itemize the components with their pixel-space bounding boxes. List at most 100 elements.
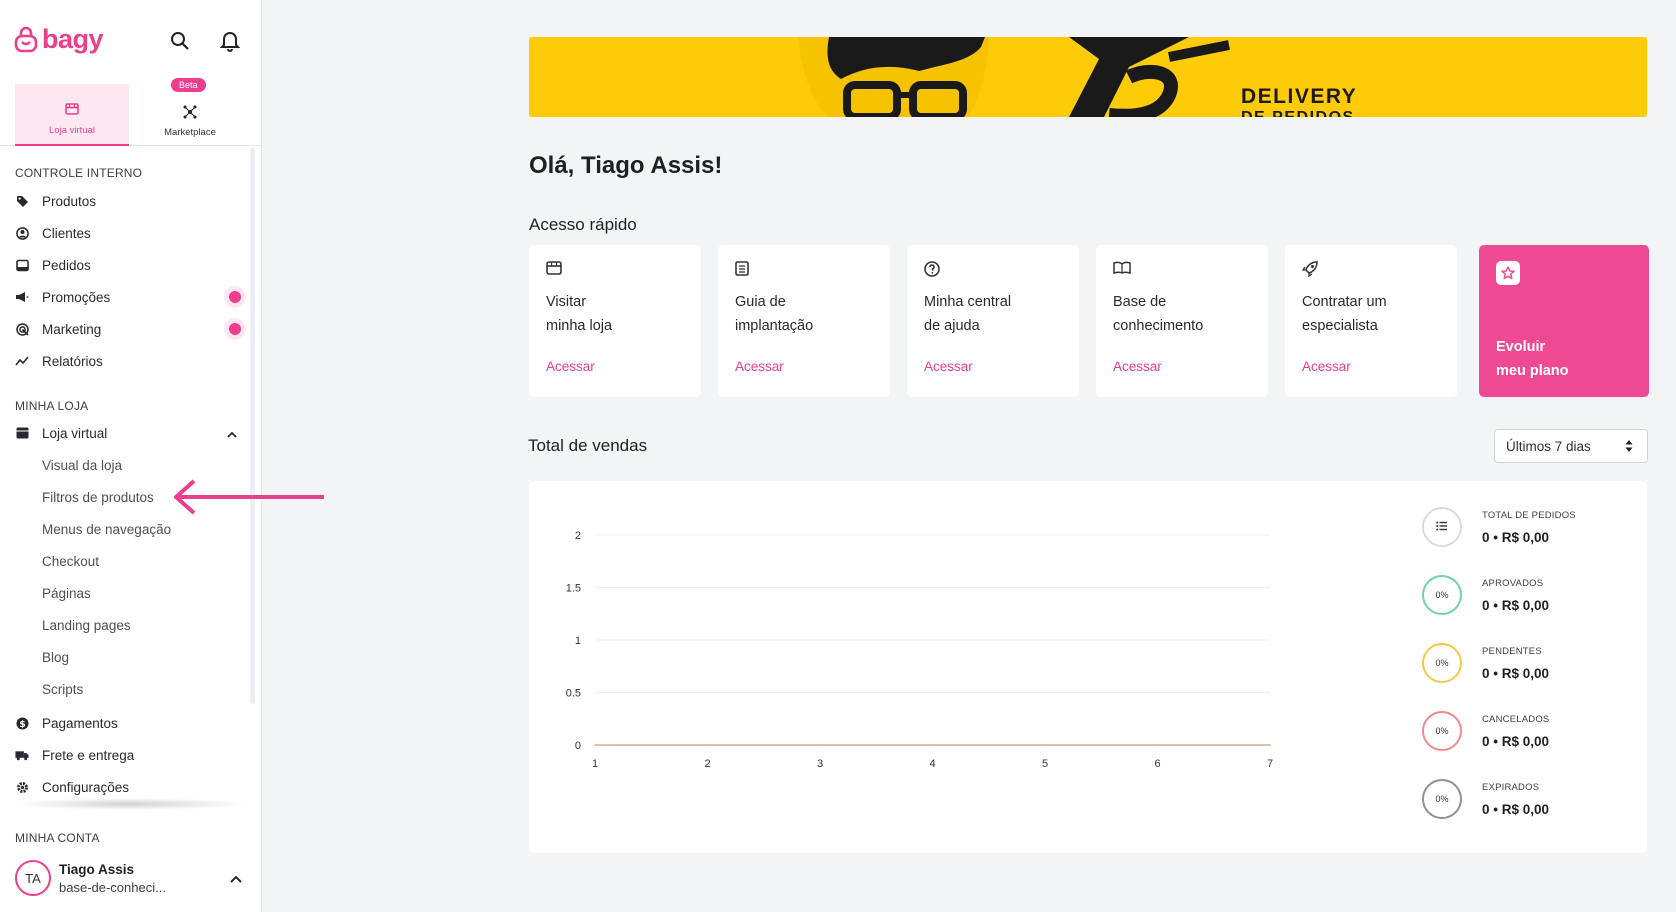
notification-dot — [229, 323, 241, 335]
y-tick-label: 1.5 — [566, 583, 581, 595]
quick-card-contratar-especialista[interactable]: Contratar um especialista Acessar — [1285, 245, 1457, 397]
stat-expirados: 0% EXPIRADOS 0 • R$ 0,00 — [1422, 775, 1622, 823]
sub-item-paginas[interactable]: Páginas — [42, 581, 91, 605]
section-controle-interno: CONTROLE INTERNO — [15, 166, 143, 180]
x-tick-label: 3 — [817, 758, 823, 770]
quick-card-action[interactable]: Acessar — [1302, 359, 1351, 374]
banner-subheadline: DE PEDIDOS — [1241, 109, 1355, 117]
inbox-icon — [15, 258, 29, 272]
data-point — [706, 744, 709, 746]
bag-logo-icon — [14, 26, 38, 52]
stat-cancelados: 0% CANCELADOS 0 • R$ 0,00 — [1422, 707, 1622, 755]
data-point — [1269, 744, 1271, 746]
store-icon — [65, 103, 79, 117]
tab-label: Loja virtual — [49, 125, 95, 136]
promo-banner[interactable]: DELIVERY DE PEDIDOS — [529, 37, 1647, 117]
quick-card-central-ajuda[interactable]: Minha central de ajuda Acessar — [907, 245, 1079, 397]
quick-card-visitar-loja[interactable]: Visitar minha loja Acessar — [529, 245, 701, 397]
quick-card-title: Minha central de ajuda — [924, 294, 1012, 334]
sort-arrows-icon — [1625, 439, 1633, 456]
sidebar-item-label: Relatórios — [42, 353, 103, 369]
upgrade-plan-card[interactable]: Evoluir meu plano — [1479, 245, 1649, 397]
stat-ring: 0% — [1422, 779, 1462, 819]
chevron-up-icon[interactable] — [227, 426, 237, 441]
quick-card-action[interactable]: Acessar — [546, 359, 595, 374]
upgrade-plan-title: Evoluir meu plano — [1496, 339, 1569, 379]
stat-total-pedidos: TOTAL DE PEDIDOS 0 • R$ 0,00 — [1422, 503, 1622, 551]
scroll-fade — [10, 798, 250, 810]
sidebar-item-promocoes[interactable]: Promoções — [15, 284, 245, 310]
tab-marketplace[interactable]: Beta Marketplace — [133, 78, 247, 146]
truck-icon — [15, 748, 29, 762]
sub-item-checkout[interactable]: Checkout — [42, 549, 99, 573]
stat-label: PENDENTES — [1482, 646, 1542, 657]
star-icon — [1496, 261, 1520, 285]
quick-access-title: Acesso rápido — [529, 215, 637, 234]
sidebar-scrollbar[interactable] — [250, 148, 255, 704]
account-menu[interactable]: TA Tiago Assis base-de-conheci... — [15, 856, 250, 900]
stat-aprovados: 0% APROVADOS 0 • R$ 0,00 — [1422, 571, 1622, 619]
sub-item-visual-da-loja[interactable]: Visual da loja — [42, 453, 122, 477]
beta-badge: Beta — [171, 78, 206, 92]
data-point — [931, 744, 934, 746]
quick-card-action[interactable]: Acessar — [1113, 359, 1162, 374]
tab-loja-virtual[interactable]: Loja virtual — [15, 84, 129, 146]
sales-title: Total de vendas — [528, 436, 648, 455]
book-icon — [735, 261, 873, 279]
rocket-icon — [1302, 261, 1440, 279]
y-tick-label: 2 — [575, 530, 581, 542]
stat-label: APROVADOS — [1482, 578, 1544, 589]
sidebar-item-clientes[interactable]: Clientes — [15, 220, 245, 246]
sidebar-item-label: Produtos — [42, 193, 97, 209]
user-circle-icon — [15, 226, 29, 240]
sidebar-item-pagamentos[interactable]: $ Pagamentos — [15, 710, 245, 736]
stat-value: 0 • R$ 0,00 — [1482, 802, 1550, 817]
banner-headline: DELIVERY — [1241, 85, 1358, 108]
sidebar-item-label: Promoções — [42, 289, 111, 305]
sidebar-item-relatorios[interactable]: Relatórios — [15, 348, 245, 374]
gear-icon — [15, 780, 29, 794]
sidebar-item-marketing[interactable]: Marketing — [15, 316, 245, 342]
sub-item-filtros-de-produtos[interactable]: Filtros de produtos — [42, 485, 154, 509]
help-icon — [924, 261, 1062, 279]
stat-value: 0 • R$ 0,00 — [1482, 530, 1550, 545]
sidebar-item-pedidos[interactable]: Pedidos — [15, 252, 245, 278]
quick-card-action[interactable]: Acessar — [924, 359, 973, 374]
sub-item-blog[interactable]: Blog — [42, 645, 69, 669]
y-tick-label: 1 — [575, 635, 581, 647]
banner-illustration — [799, 37, 1230, 117]
bell-icon[interactable] — [217, 28, 243, 54]
sub-item-menus-de-navegacao[interactable]: Menus de navegação — [42, 517, 171, 541]
stat-ring: 0% — [1422, 575, 1462, 615]
store-icon — [15, 426, 29, 440]
quick-card-base-conhecimento[interactable]: Base de conhecimento Acessar — [1096, 245, 1268, 397]
sidebar-item-label: Clientes — [42, 225, 91, 241]
sub-item-landing-pages[interactable]: Landing pages — [42, 613, 131, 637]
svg-text:$: $ — [19, 720, 25, 730]
sidebar: bagy Loja virtual Beta Marketplace CONTR… — [0, 0, 262, 912]
section-minha-loja: MINHA LOJA — [15, 399, 89, 413]
date-range-value: Últimos 7 dias — [1506, 438, 1591, 454]
bagy-logo[interactable]: bagy — [14, 24, 104, 55]
sub-item-scripts[interactable]: Scripts — [42, 677, 83, 701]
sidebar-item-label: Pedidos — [42, 257, 91, 273]
y-tick-label: 0 — [575, 740, 581, 752]
x-tick-label: 2 — [704, 758, 710, 770]
sidebar-item-configuracoes[interactable]: Configurações — [15, 774, 245, 800]
data-point — [1044, 744, 1046, 746]
tab-label: Marketplace — [164, 127, 216, 138]
quick-card-action[interactable]: Acessar — [735, 359, 784, 374]
chart-line-icon — [15, 354, 29, 368]
network-icon — [183, 105, 197, 119]
quick-card-guia-implantacao[interactable]: Guia de implantação Acessar — [718, 245, 890, 397]
search-icon[interactable] — [167, 28, 193, 54]
stat-label: TOTAL DE PEDIDOS — [1482, 510, 1576, 521]
date-range-select[interactable]: Últimos 7 dias — [1494, 429, 1648, 463]
sidebar-item-produtos[interactable]: Produtos — [15, 188, 245, 214]
sidebar-item-loja-virtual[interactable]: Loja virtual — [15, 420, 245, 446]
sales-chart: 0 0.5 1 1.5 2 1 2 3 4 5 6 7 — [566, 530, 1273, 770]
dollar-icon: $ — [15, 716, 29, 730]
chevron-up-icon[interactable] — [230, 870, 242, 888]
tag-icon — [15, 194, 29, 208]
sidebar-item-frete[interactable]: Frete e entrega — [15, 742, 245, 768]
